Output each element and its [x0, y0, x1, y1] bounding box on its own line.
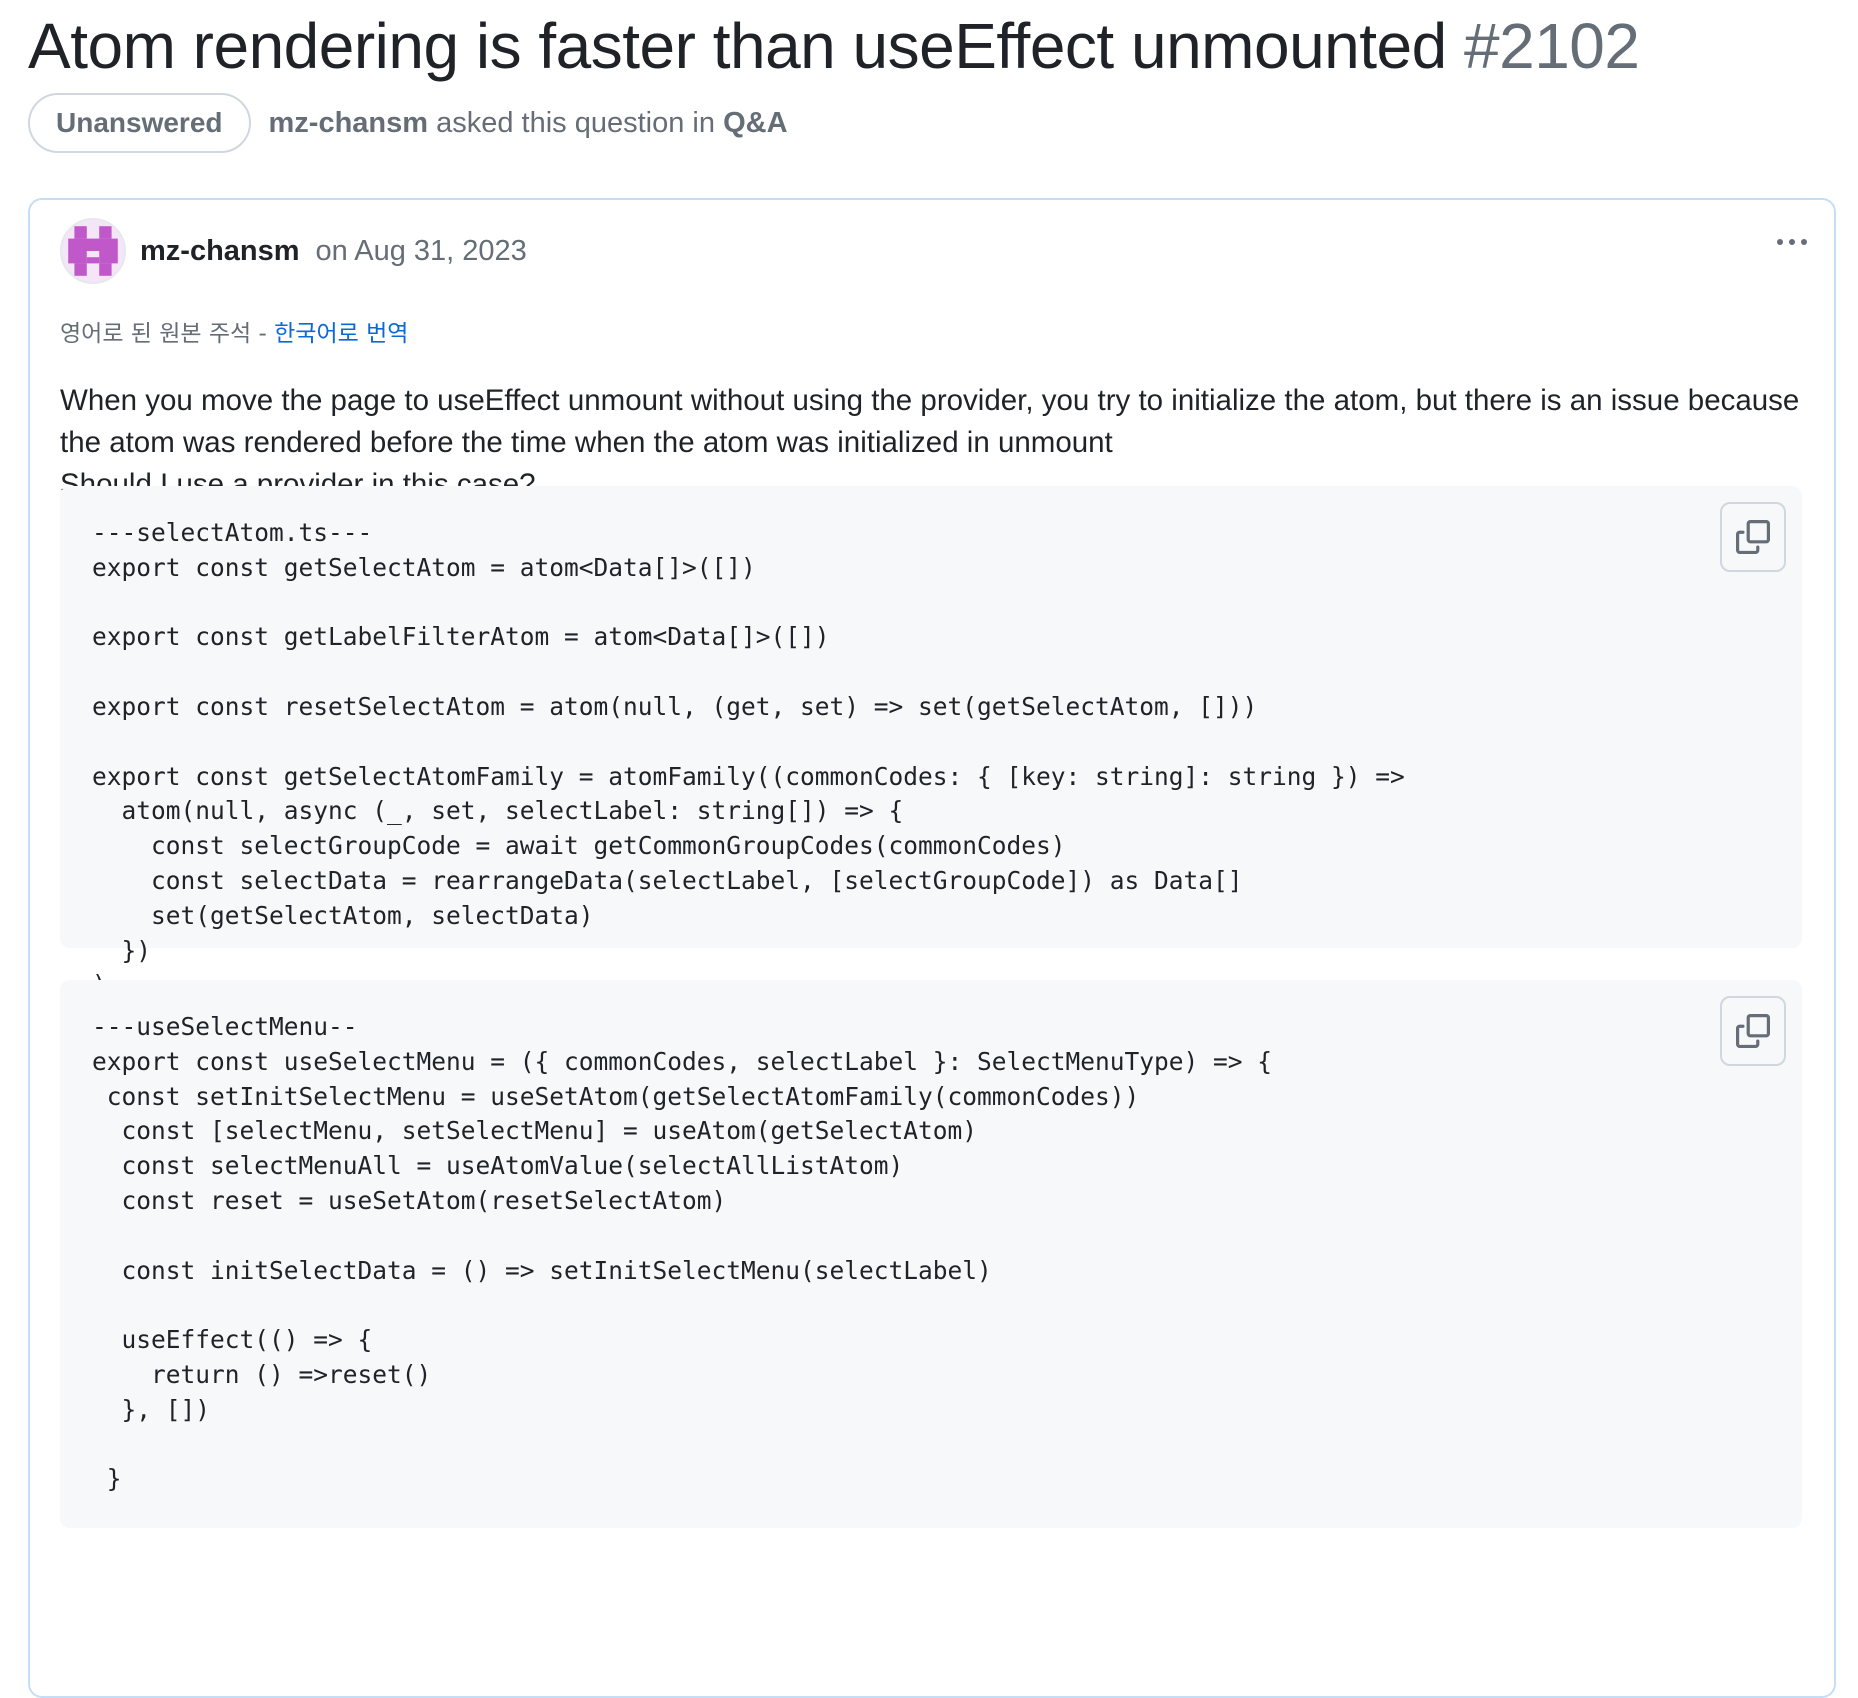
discussion-number: #2102 [1464, 10, 1640, 82]
copy-icon [1736, 1014, 1770, 1048]
code-content: ---useSelectMenu-- export const useSelec… [92, 1012, 1273, 1494]
category-link[interactable]: Q&A [723, 107, 787, 139]
translation-prefix: 영어로 된 원본 주석 - [60, 321, 267, 347]
body-line: the atom was rendered before the time wh… [60, 426, 1113, 459]
discussion-meta: Unanswered mz-chansm asked this question… [28, 92, 788, 154]
discussion-page: Atom rendering is faster than useEffect … [0, 0, 1858, 1698]
discussion-post-card: mz-chansm on Aug 31, 2023 영어로 된 원본 주석 - … [28, 198, 1836, 1698]
meta-verb: asked this question in [436, 106, 716, 139]
body-line: When you move the page to useEffect unmo… [60, 384, 1800, 417]
copy-icon [1736, 520, 1770, 554]
post-header: mz-chansm on Aug 31, 2023 [60, 216, 527, 286]
copy-button[interactable] [1720, 502, 1786, 572]
title-text: Atom rendering is faster than useEffect … [28, 10, 1447, 82]
post-author[interactable]: mz-chansm [140, 235, 300, 268]
code-content: ---selectAtom.ts--- export const getSele… [92, 518, 1405, 999]
avatar[interactable] [60, 218, 126, 284]
post-date[interactable]: on Aug 31, 2023 [316, 235, 527, 268]
discussion-title: Atom rendering is faster than useEffect … [28, 8, 1640, 85]
identicon-icon [62, 220, 124, 282]
copy-button[interactable] [1720, 996, 1786, 1066]
code-block: ---selectAtom.ts--- export const getSele… [60, 486, 1802, 999]
more-options-icon[interactable] [1762, 222, 1822, 262]
meta-text: mz-chansm asked this question in Q&A [269, 107, 788, 140]
code-block: ---useSelectMenu-- export const useSelec… [60, 980, 1802, 1528]
meta-author-link[interactable]: mz-chansm [269, 107, 429, 139]
state-badge: Unanswered [28, 93, 251, 153]
translation-note: 영어로 된 원본 주석 - 한국어로 번역 [60, 314, 408, 348]
translate-link[interactable]: 한국어로 번역 [274, 321, 408, 347]
